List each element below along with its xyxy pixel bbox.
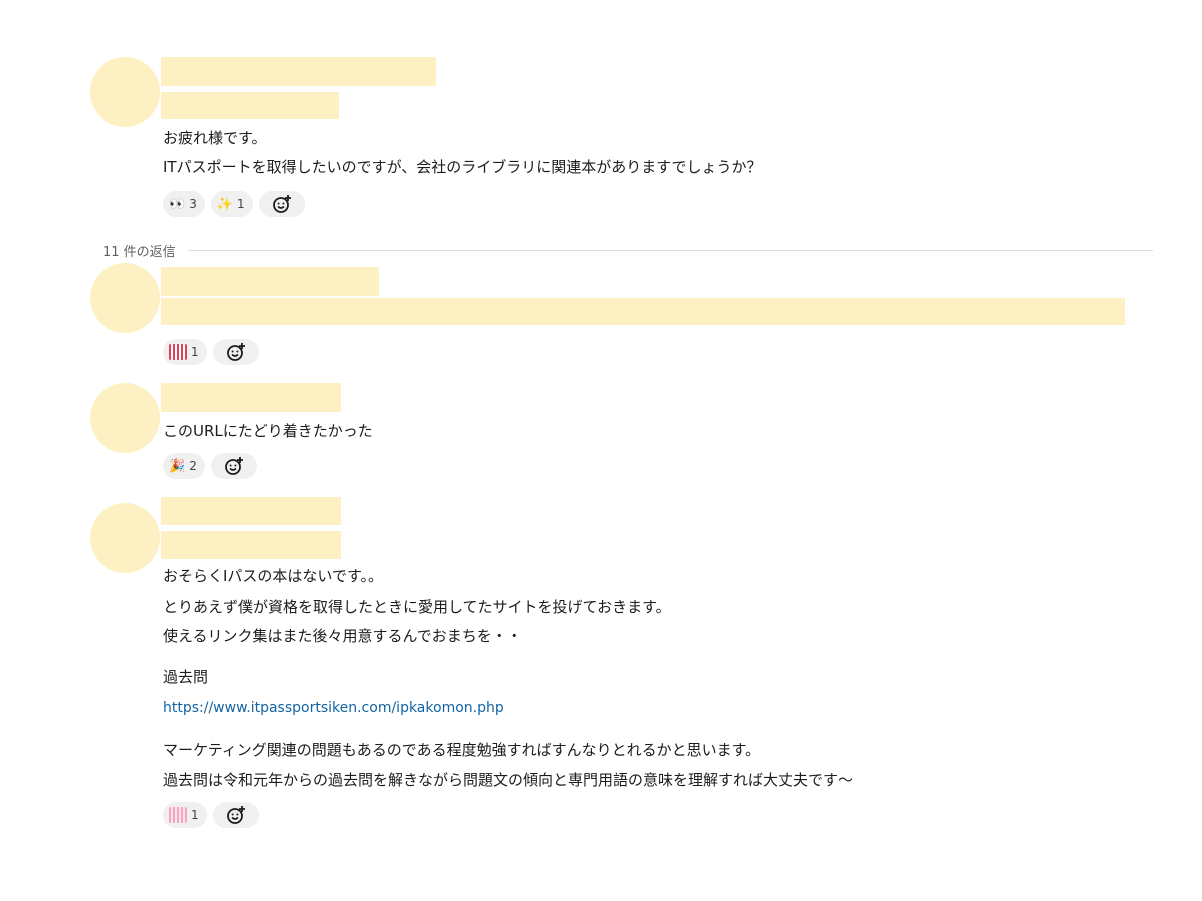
reaction-count: 3 bbox=[189, 197, 197, 211]
message-text-line: とりあえず僕が資格を取得したときに愛用してたサイトを投げておきます。 bbox=[163, 598, 671, 616]
reaction-eyes[interactable]: 👀 3 bbox=[163, 191, 205, 217]
author-name-redacted bbox=[161, 267, 379, 296]
reaction-count: 1 bbox=[191, 808, 199, 822]
add-reaction-button[interactable] bbox=[258, 191, 305, 217]
author-name-redacted bbox=[161, 57, 436, 86]
divider-line bbox=[187, 249, 1153, 251]
message-text-line: ITパスポートを取得したいのですが、会社のライブラリに関連本がありますでしょうか… bbox=[163, 158, 762, 176]
add-reaction-icon bbox=[272, 195, 291, 213]
reaction-bar: 1 bbox=[163, 802, 259, 828]
avatar[interactable] bbox=[90, 57, 160, 127]
message-text-line: 過去問は令和元年からの過去問を解きながら問題文の傾向と専門用語の意味を理解すれば… bbox=[163, 771, 854, 789]
section-title: 過去問 bbox=[163, 668, 209, 686]
timestamp-redacted bbox=[161, 92, 339, 119]
reaction-gambare[interactable]: 1 bbox=[163, 339, 207, 365]
pink-sticker-emoji-icon bbox=[169, 807, 187, 823]
message-text: このURLにたどり着きたかった bbox=[163, 422, 373, 440]
eyes-emoji-icon: 👀 bbox=[169, 196, 186, 212]
timestamp-redacted bbox=[161, 531, 341, 559]
add-reaction-icon bbox=[224, 457, 243, 475]
kakomon-link[interactable]: https://www.itpassportsiken.com/ipkakomo… bbox=[163, 698, 504, 718]
avatar[interactable] bbox=[90, 263, 160, 333]
add-reaction-button[interactable] bbox=[212, 339, 259, 365]
message-text-redacted bbox=[161, 298, 1125, 325]
party-popper-emoji-icon: 🎉 bbox=[169, 458, 186, 474]
reaction-bar: 👀 3 ✨ 1 bbox=[163, 191, 305, 217]
add-reaction-icon bbox=[226, 806, 245, 824]
author-name-redacted bbox=[161, 383, 341, 412]
gambare-emoji-icon bbox=[169, 344, 187, 360]
add-reaction-icon bbox=[226, 343, 245, 361]
add-reaction-button[interactable] bbox=[212, 802, 259, 828]
reaction-sparkles[interactable]: ✨ 1 bbox=[210, 191, 253, 217]
message-text-line: おそらくIパスの本はないです。。 bbox=[163, 567, 383, 585]
message-text-line: 使えるリンク集はまた後々用意するんでおまちを・・ bbox=[163, 627, 522, 645]
reaction-count: 1 bbox=[191, 345, 199, 359]
sparkles-emoji-icon: ✨ bbox=[216, 196, 234, 212]
reaction-bar: 1 bbox=[163, 339, 259, 365]
add-reaction-button[interactable] bbox=[210, 453, 257, 479]
reaction-count: 1 bbox=[237, 197, 245, 211]
message-text-line: マーケティング関連の問題もあるのである程度勉強すればすんなりとれるかと思います。 bbox=[163, 741, 761, 759]
author-name-redacted bbox=[161, 497, 341, 525]
message-text-line: お疲れ様です。 bbox=[163, 129, 267, 147]
avatar[interactable] bbox=[90, 383, 160, 453]
reaction-pink-sticker[interactable]: 1 bbox=[163, 802, 207, 828]
replies-count-label: 11 件の返信 bbox=[103, 244, 176, 260]
reaction-tada[interactable]: 🎉 2 bbox=[163, 453, 205, 479]
reaction-bar: 🎉 2 bbox=[163, 453, 257, 479]
reaction-count: 2 bbox=[189, 459, 197, 473]
thread-replies-divider: 11 件の返信 bbox=[103, 240, 1153, 260]
avatar[interactable] bbox=[90, 503, 160, 573]
